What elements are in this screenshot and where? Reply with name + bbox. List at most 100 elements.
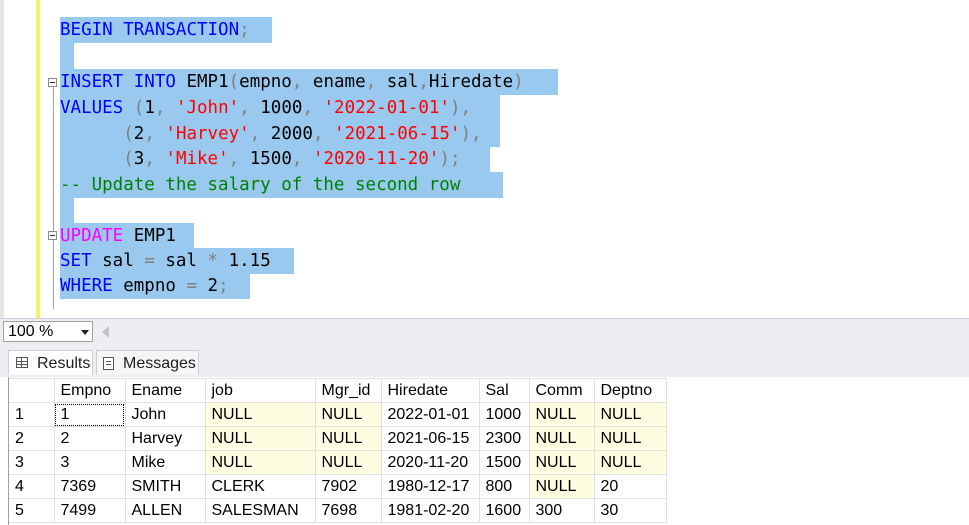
code-line[interactable]: UPDATE EMP1 (60, 223, 186, 249)
zoom-dropdown[interactable]: 100 % (3, 321, 93, 342)
code-line[interactable]: VALUES (1, 'John', 1000, '2022-01-01'), (60, 95, 482, 121)
code-token: empno (112, 276, 187, 296)
table-cell[interactable]: NULL (315, 426, 382, 451)
table-cell[interactable]: 2300 (479, 426, 530, 451)
code-token: = (144, 251, 155, 271)
table-row[interactable]: 3 3 Mike NULL NULL 2020-11-20 1500 NULL NULL (9, 450, 667, 475)
table-cell[interactable]: 1500 (479, 450, 530, 475)
change-tracking-bar (36, 0, 40, 318)
table-cell[interactable]: NULL (205, 450, 316, 475)
code-token: = (186, 276, 197, 296)
table-cell[interactable]: 1000 (479, 402, 530, 427)
code-token: , (144, 149, 155, 169)
table-cell[interactable]: SMITH (125, 474, 206, 499)
column-header[interactable]: Ename (125, 378, 206, 403)
code-token: sal (376, 72, 419, 92)
row-number[interactable]: 5 (9, 498, 55, 523)
table-cell[interactable]: NULL (594, 450, 667, 475)
column-header[interactable]: Hiredate (381, 378, 480, 403)
code-line[interactable]: (2, 'Harvey', 2000, '2021-06-15'), (60, 121, 492, 147)
column-header[interactable]: Empno (54, 378, 126, 403)
collapse-icon[interactable] (48, 231, 57, 240)
table-row[interactable]: 4 7369 SMITH CLERK 7902 1980-12-17 800 NULL 20 (9, 474, 667, 499)
row-number[interactable]: 4 (9, 474, 55, 499)
table-cell[interactable]: NULL (529, 450, 595, 475)
table-cell[interactable]: 1 (54, 402, 126, 427)
table-cell[interactable]: 3 (54, 450, 126, 475)
table-row[interactable]: 2 2 Harvey NULL NULL 2021-06-15 2300 NULL NULL (9, 426, 667, 451)
table-cell[interactable]: NULL (205, 402, 316, 427)
table-cell[interactable]: 1600 (479, 498, 530, 523)
code-token: ename (302, 72, 366, 92)
table-cell[interactable]: NULL (529, 474, 595, 499)
code-token: INSERT (60, 72, 124, 92)
table-cell[interactable]: CLERK (205, 474, 316, 499)
column-header[interactable]: Deptno (594, 378, 667, 403)
code-token: 3 (133, 149, 145, 169)
tab-results[interactable]: Results (8, 350, 93, 375)
column-header[interactable]: Sal (479, 378, 530, 403)
code-token: WHERE (60, 276, 113, 296)
table-cell[interactable]: 2021-06-15 (381, 426, 480, 451)
table-cell[interactable]: NULL (315, 450, 382, 475)
code-line[interactable]: SET sal = sal * 1.15 (60, 248, 281, 274)
code-token: EMP1 (175, 72, 229, 92)
code-token: 2 (197, 276, 219, 296)
code-line[interactable]: -- Update the salary of the second row (60, 172, 481, 198)
column-header[interactable]: Comm (529, 378, 595, 403)
table-cell[interactable]: NULL (529, 426, 595, 451)
row-header-corner[interactable] (9, 378, 55, 403)
scroll-left-icon[interactable] (102, 326, 109, 338)
code-token: , (302, 98, 313, 118)
table-cell[interactable]: 7698 (315, 498, 382, 523)
row-number[interactable]: 2 (9, 426, 55, 451)
code-line[interactable]: WHERE empno = 2; (60, 273, 239, 299)
table-cell[interactable]: 2020-11-20 (381, 450, 480, 475)
chevron-down-icon[interactable] (81, 330, 89, 335)
table-cell[interactable]: NULL (594, 402, 667, 427)
table-cell[interactable]: 1981-02-20 (381, 498, 480, 523)
table-cell[interactable]: SALESMAN (205, 498, 316, 523)
code-token: UPDATE (60, 226, 124, 246)
table-cell[interactable]: 20 (594, 474, 667, 499)
table-cell[interactable]: John (125, 402, 206, 427)
table-cell[interactable]: 2022-01-01 (381, 402, 480, 427)
code-line[interactable]: (3, 'Mike', 1500, '2020-11-20'); (60, 146, 471, 172)
table-cell[interactable]: 1980-12-17 (381, 474, 480, 499)
table-cell[interactable]: Harvey (125, 426, 206, 451)
table-cell[interactable]: 7499 (54, 498, 126, 523)
table-cell[interactable]: NULL (205, 426, 316, 451)
table-cell[interactable]: 2 (54, 426, 126, 451)
code-token: empno (239, 72, 292, 92)
table-cell[interactable]: 300 (529, 498, 595, 523)
table-row[interactable]: 5 7499 ALLEN SALESMAN 7698 1981-02-20 1600 300 3… (9, 498, 667, 523)
code-token: ( (133, 98, 145, 118)
table-cell[interactable]: NULL (529, 402, 595, 427)
column-header[interactable]: Mgr_id (315, 378, 382, 403)
tab-messages[interactable]: Messages (96, 350, 199, 375)
query-editor[interactable]: BEGIN TRANSACTION; INSERT INTO EMP1(empn… (0, 0, 969, 318)
row-number[interactable]: 3 (9, 450, 55, 475)
column-header[interactable]: job (205, 378, 316, 403)
table-cell[interactable]: Mike (125, 450, 206, 475)
code-line[interactable]: BEGIN TRANSACTION; (60, 17, 271, 43)
table-cell[interactable]: NULL (315, 402, 382, 427)
table-row[interactable]: 1 1 John NULL NULL 2022-01-01 1000 NULL NULL (9, 402, 667, 427)
editor-status-bar: 100 % (0, 318, 969, 344)
table-cell[interactable]: 7369 (54, 474, 126, 499)
code-token: , (291, 72, 303, 92)
table-cell[interactable]: NULL (594, 426, 667, 451)
results-grid[interactable]: Empno Ename job Mgr_id Hiredate Sal Comm… (0, 377, 969, 525)
results-table[interactable]: Empno Ename job Mgr_id Hiredate Sal Comm… (9, 378, 667, 523)
table-cell[interactable]: ALLEN (125, 498, 206, 523)
code-line[interactable]: INSERT INTO EMP1(empno, ename, sal,Hired… (60, 69, 534, 95)
table-cell[interactable]: 7902 (315, 474, 382, 499)
table-cell[interactable]: 800 (479, 474, 530, 499)
collapse-icon[interactable] (48, 78, 57, 87)
row-number[interactable]: 1 (9, 402, 55, 427)
table-cell[interactable]: 30 (594, 498, 667, 523)
